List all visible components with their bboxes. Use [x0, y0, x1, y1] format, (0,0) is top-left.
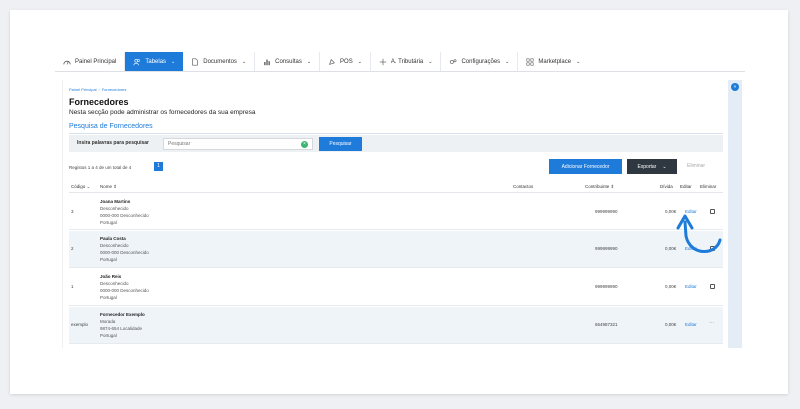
cell-code: exemplo [71, 322, 89, 327]
nav-label: Marketplace [538, 58, 572, 65]
chevron-down-icon: ⌄ [576, 58, 581, 65]
users-icon [133, 58, 141, 65]
breadcrumb-home[interactable]: Painel Principal [69, 87, 97, 92]
cell-code: 3 [71, 209, 74, 214]
clear-search-icon[interactable]: × [301, 141, 308, 148]
cell-address-line: 0000-000 Desconhecido [100, 288, 149, 293]
dashboard-icon [63, 60, 71, 65]
chevron-down-icon: ⌄ [306, 58, 312, 65]
search-label: Insira palavras para pesquisar [77, 140, 149, 146]
page-title: Fornecedores [69, 97, 129, 107]
cell-address-line: Portugal [100, 257, 117, 262]
cell-debt: 0,00€ [665, 322, 677, 327]
records-count: Registos 1 a 4 de um total de 4 [69, 165, 132, 170]
pagination-page-1[interactable]: 1 [154, 162, 163, 171]
nav-consultas[interactable]: Consultas ⌄ [255, 52, 321, 71]
nav-tabelas[interactable]: Tabelas ⌄ [125, 52, 184, 71]
cell-address-line: 9874-654 Localidade [100, 326, 143, 331]
more-options-icon[interactable]: ··· [709, 320, 714, 326]
col-header-debt: Dívida [660, 184, 673, 189]
col-header-delete: Eliminar [700, 184, 717, 189]
chevron-down-icon: ⌄ [241, 58, 247, 65]
table-row: exemplo Fornecedor Exemplo Morada 9874-6… [69, 307, 723, 344]
breadcrumb-current: Fornecedores [101, 87, 127, 92]
nav-label: Painel Principal [75, 58, 117, 65]
cell-name: João Reis [100, 274, 122, 279]
export-button[interactable]: Exportar ⌄ [627, 159, 677, 174]
chevron-down-icon: ⌄ [505, 58, 510, 65]
cell-taxpayer: 999999990 [595, 246, 618, 251]
chevron-down-icon: ⌄ [357, 58, 362, 65]
nav-pos[interactable]: POS ⌄ [320, 52, 371, 71]
annotation-arrow-icon [676, 214, 722, 253]
chevron-down-icon: ⌄ [662, 163, 667, 170]
delete-selected-button[interactable]: Eliminar [687, 163, 705, 169]
add-supplier-button[interactable]: Adicionar Fornecedor [549, 159, 622, 174]
table-row: 2 Paula Costa Desconhecido 0000-000 Desc… [69, 231, 723, 268]
cell-address-line: Desconhecido [100, 206, 129, 211]
search-button[interactable]: Pesquisar [319, 137, 362, 151]
export-label: Exportar [637, 163, 657, 170]
cell-taxpayer: 654987321 [595, 322, 618, 327]
cell-address-line: 0000-000 Desconhecido [100, 213, 149, 218]
nav-label: Tabelas [145, 58, 167, 65]
nav-label: Consultas [275, 58, 302, 65]
col-header-contacts: Contactos [513, 184, 534, 189]
nav-label: Documentos [203, 58, 237, 65]
cell-name: Paula Costa [100, 236, 126, 241]
cell-name: Fornecedor Exemplo [100, 312, 145, 317]
chart-icon [264, 59, 270, 65]
document-icon [192, 57, 198, 66]
edit-link[interactable]: Editar [685, 322, 697, 327]
col-header-taxpayer[interactable]: Contribuinte ⇕ [585, 184, 614, 190]
breadcrumb: Painel Principal / Fornecedores [69, 87, 127, 92]
cell-code: 1 [71, 284, 74, 289]
cell-name: Joana Martins [100, 199, 131, 204]
nav-painel-principal[interactable]: Painel Principal [55, 52, 126, 71]
search-bar: Insira palavras para pesquisar × Pesquis… [69, 135, 723, 152]
edit-link[interactable]: Editar [685, 284, 697, 289]
nav-documentos[interactable]: Documentos ⌄ [183, 52, 256, 71]
gears-icon [450, 58, 457, 64]
page-subtitle: Nesta secção pode administrar os fornece… [69, 109, 256, 116]
marketplace-icon [526, 58, 534, 65]
tax-icon [379, 58, 387, 65]
cell-taxpayer: 999999990 [595, 209, 618, 214]
nav-tributaria[interactable]: A. Tributária ⌄ [371, 52, 442, 71]
pos-icon [329, 58, 336, 65]
search-input[interactable] [163, 138, 313, 150]
nav-label: POS [340, 58, 353, 65]
cell-address-line: Morada [100, 319, 116, 324]
collapse-sidebar-icon[interactable]: « [731, 83, 739, 91]
right-sidebar: « [728, 80, 742, 348]
cell-address-line: Portugal [100, 333, 117, 338]
cell-taxpayer: 999999990 [595, 284, 618, 289]
nav-marketplace[interactable]: Marketplace ⌄ [518, 52, 588, 71]
cell-code: 2 [71, 246, 74, 251]
divider [69, 133, 723, 134]
col-header-code[interactable]: Código ⌄ [71, 184, 90, 190]
nav-label: Configurações [461, 58, 501, 65]
chevron-down-icon: ⌄ [428, 58, 433, 65]
search-section-title: Pesquisa de Fornecedores [69, 123, 153, 130]
nav-label: A. Tributária [390, 58, 424, 65]
cell-address-line: Portugal [100, 220, 117, 225]
main-nav: Painel Principal Tabelas ⌄ Documentos ⌄ … [55, 52, 745, 72]
table-row: 1 João Reis Desconhecido 0000-000 Descon… [69, 269, 723, 306]
cell-address-line: Portugal [100, 295, 117, 300]
cell-debt: 0,00€ [665, 284, 677, 289]
nav-configuracoes[interactable]: Configurações ⌄ [441, 52, 519, 71]
cell-address-line: Desconhecido [100, 243, 129, 248]
chevron-down-icon: ⌄ [171, 58, 176, 65]
col-header-edit: Editar [680, 184, 692, 189]
delete-checkbox[interactable] [710, 284, 715, 289]
cell-address-line: Desconhecido [100, 281, 129, 286]
table-row: 3 Joana Martins Desconhecido 0000-000 De… [69, 193, 723, 230]
col-header-name[interactable]: Nome ⇕ [100, 184, 117, 190]
content-panel: Painel Principal / Fornecedores Fornecedor… [62, 80, 728, 348]
cell-address-line: 0000-000 Desconhecido [100, 250, 149, 255]
